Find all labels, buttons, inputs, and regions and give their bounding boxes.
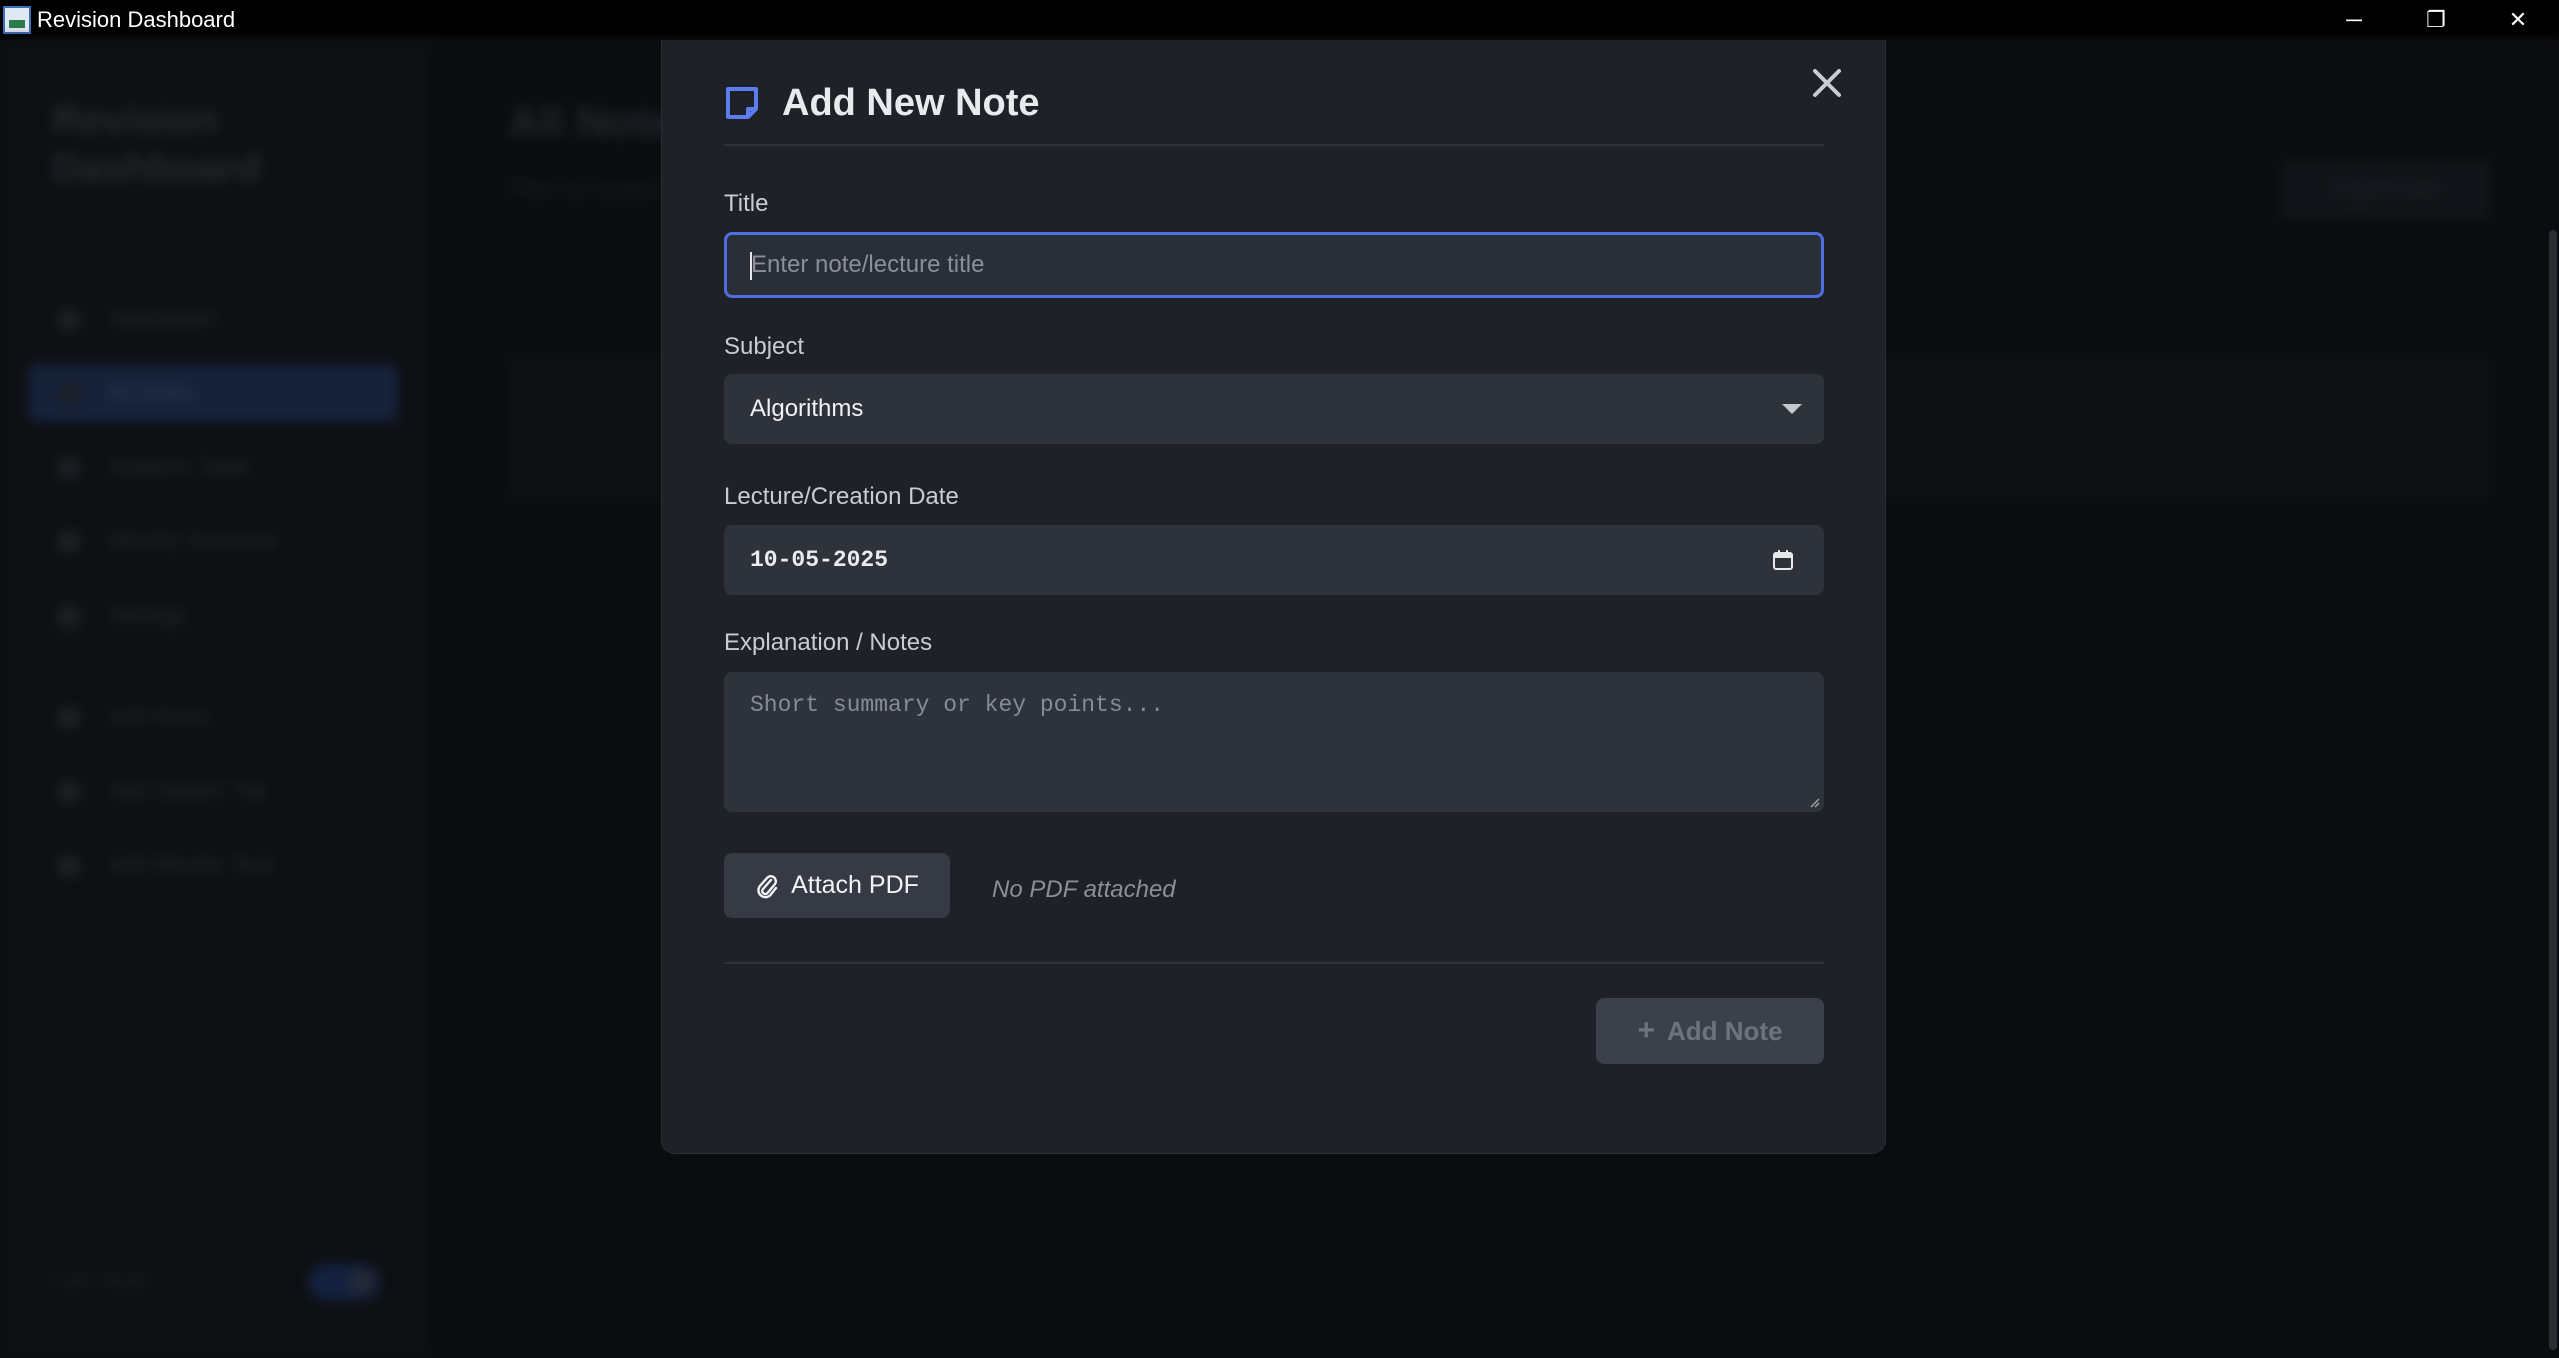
window-title: Revision Dashboard xyxy=(37,7,236,32)
date-label: Lecture/Creation Date xyxy=(724,483,959,510)
close-icon xyxy=(1813,69,1841,97)
add-note-label: Add Note xyxy=(1666,1015,1783,1046)
paperclip-icon xyxy=(757,874,778,898)
text-caret xyxy=(750,252,752,280)
app-icon xyxy=(3,6,31,34)
resize-handle-icon[interactable] xyxy=(1808,796,1820,808)
window-controls: ─ ❐ ✕ xyxy=(2313,0,2559,40)
attach-pdf-label: Attach PDF xyxy=(791,871,919,899)
minimize-button[interactable]: ─ xyxy=(2313,0,2395,40)
add-note-button[interactable]: + Add Note xyxy=(1596,998,1824,1064)
title-input[interactable] xyxy=(724,232,1824,298)
date-input[interactable]: 10-05-2025 xyxy=(724,525,1824,595)
attach-pdf-button[interactable]: Attach PDF xyxy=(724,853,950,918)
page-scrollbar[interactable] xyxy=(2549,230,2557,1350)
plus-icon: + xyxy=(1637,1014,1655,1047)
modal-title: Add New Note xyxy=(782,81,1040,124)
close-modal-button[interactable] xyxy=(1802,58,1852,108)
date-value: 10-05-2025 xyxy=(750,547,889,573)
attachment-status: No PDF attached xyxy=(992,876,1176,903)
notes-textarea[interactable]: Short summary or key points... xyxy=(724,672,1824,812)
subject-select-value: Algorithms xyxy=(750,395,864,422)
close-window-button[interactable]: ✕ xyxy=(2477,0,2559,40)
restore-button[interactable]: ❐ xyxy=(2395,0,2477,40)
chevron-down-icon xyxy=(1782,404,1802,414)
notes-placeholder: Short summary or key points... xyxy=(750,692,1165,718)
subject-label: Subject xyxy=(724,333,805,360)
title-label: Title xyxy=(724,190,769,217)
calendar-icon[interactable] xyxy=(1772,549,1794,571)
notes-label: Explanation / Notes xyxy=(724,629,933,656)
header-divider xyxy=(724,144,1824,146)
modal-header: Add New Note xyxy=(724,70,1824,136)
add-note-modal: Add New Note Title Subject Algorithms Le… xyxy=(661,40,1886,1154)
footer-divider xyxy=(724,962,1824,964)
window-titlebar: Revision Dashboard ─ ❐ ✕ xyxy=(0,0,2559,40)
subject-select[interactable]: Algorithms xyxy=(724,374,1824,444)
sticky-note-icon xyxy=(726,87,758,119)
